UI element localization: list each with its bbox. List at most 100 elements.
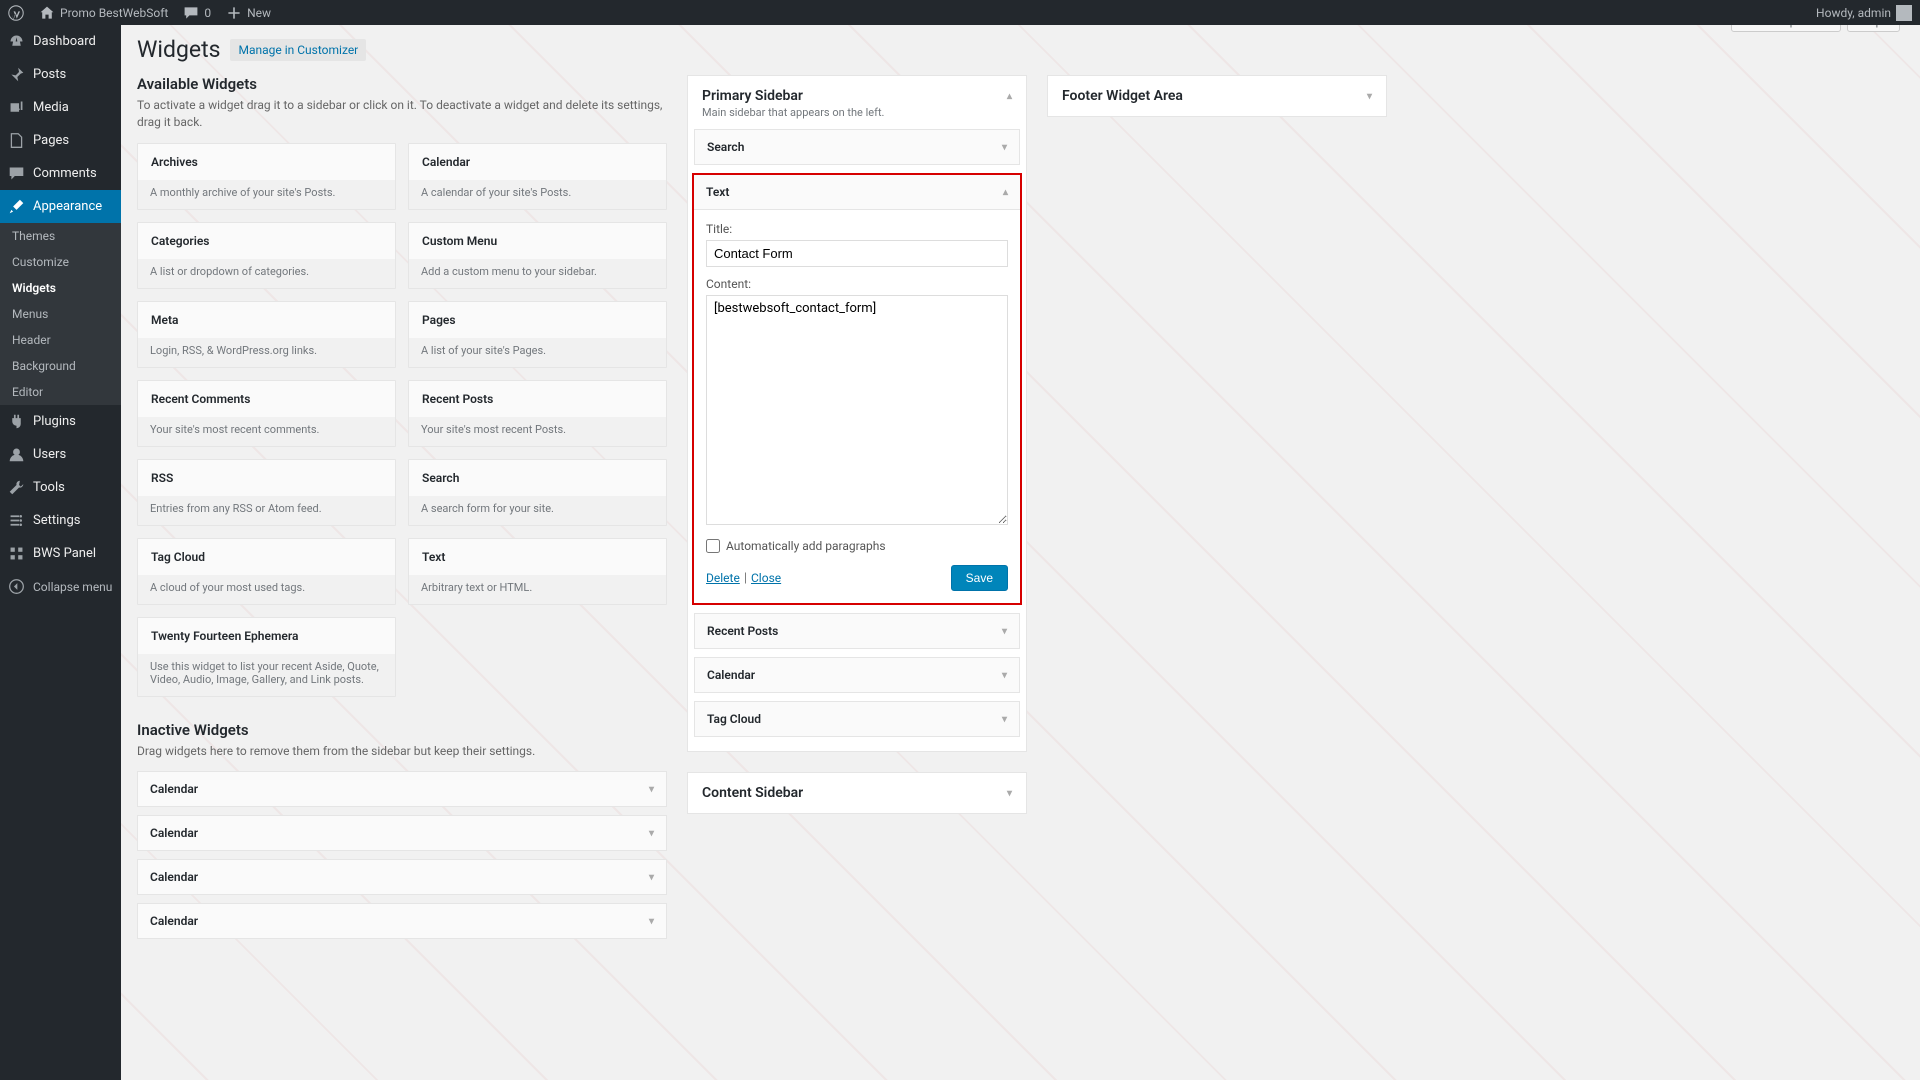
widget-name: Search <box>707 140 744 154</box>
sidebar-widget-text: Text▴ Title: Content: [bestwebsoft_contact_… <box>692 173 1022 605</box>
widget-name: Tag Cloud <box>707 712 761 726</box>
comments-link[interactable]: 0 <box>183 5 211 21</box>
chevron-down-icon: ▾ <box>649 872 654 883</box>
save-button[interactable]: Save <box>951 565 1008 591</box>
available-widget-recent-posts[interactable]: Recent PostsYour site's most recent Post… <box>408 380 667 447</box>
inactive-desc: Drag widgets here to remove them from th… <box>137 743 667 760</box>
sidebar-item-label: Dashboard <box>33 34 96 49</box>
inactive-widget-name: Calendar <box>150 782 198 796</box>
inactive-heading: Inactive Widgets <box>137 721 667 739</box>
widget-name: Calendar <box>707 668 755 682</box>
primary-sidebar-desc: Main sidebar that appears on the left. <box>688 106 1026 129</box>
new-label: New <box>247 6 271 20</box>
available-widget-categories[interactable]: CategoriesA list or dropdown of categori… <box>137 222 396 289</box>
sidebar-item-pages[interactable]: Pages <box>0 124 121 157</box>
inactive-widget[interactable]: Calendar▾ <box>137 815 667 851</box>
widget-name: Recent Posts <box>707 624 778 638</box>
sidebar-item-posts[interactable]: Posts <box>0 58 121 91</box>
sidebar-item-plugins[interactable]: Plugins <box>0 405 121 438</box>
sidebar-item-dashboard[interactable]: Dashboard <box>0 25 121 58</box>
manage-customizer-button[interactable]: Manage in Customizer <box>230 39 366 61</box>
widget-desc: A list or dropdown of categories. <box>138 259 395 288</box>
widget-title: Meta <box>138 302 395 338</box>
available-widget-tag-cloud[interactable]: Tag CloudA cloud of your most used tags. <box>137 538 396 605</box>
widget-desc: Your site's most recent comments. <box>138 417 395 446</box>
sidebar-subitem-widgets[interactable]: Widgets <box>0 275 121 301</box>
footer-widget-toggle[interactable]: Footer Widget Area ▾ <box>1048 76 1386 116</box>
available-widget-calendar[interactable]: CalendarA calendar of your site's Posts. <box>408 143 667 210</box>
title-label: Title: <box>706 222 1008 236</box>
wp-logo[interactable] <box>8 5 24 21</box>
widget-desc: Use this widget to list your recent Asid… <box>138 654 395 696</box>
sidebar-subitem-background[interactable]: Background <box>0 353 121 379</box>
available-widget-meta[interactable]: MetaLogin, RSS, & WordPress.org links. <box>137 301 396 368</box>
available-widget-rss[interactable]: RSSEntries from any RSS or Atom feed. <box>137 459 396 526</box>
primary-sidebar-toggle[interactable]: Primary Sidebar ▴ <box>688 76 1026 106</box>
content-sidebar-title: Content Sidebar <box>702 785 803 801</box>
comment-icon <box>183 5 199 21</box>
available-desc: To activate a widget drag it to a sideba… <box>137 97 667 131</box>
sidebar-subitem-customize[interactable]: Customize <box>0 249 121 275</box>
available-widget-twenty-fourteen-ephemera[interactable]: Twenty Fourteen EphemeraUse this widget … <box>137 617 396 697</box>
chevron-down-icon: ▾ <box>1367 91 1372 102</box>
widget-toggle[interactable]: Tag Cloud▾ <box>695 702 1019 736</box>
content-label: Content: <box>706 277 1008 291</box>
howdy-link[interactable]: Howdy, admin <box>1816 5 1912 21</box>
sidebar-widget-tag-cloud: Tag Cloud▾ <box>694 701 1020 737</box>
widget-content-textarea[interactable]: [bestwebsoft_contact_form] <box>706 295 1008 525</box>
widget-toggle[interactable]: Search▾ <box>695 130 1019 164</box>
widget-toggle[interactable]: Calendar ▾ <box>695 658 1019 692</box>
sidebar-item-settings[interactable]: Settings <box>0 504 121 537</box>
sidebar-item-bws-panel[interactable]: BWS Panel <box>0 537 121 570</box>
inactive-widget-name: Calendar <box>150 914 198 928</box>
sidebar-item-appearance[interactable]: Appearance <box>0 190 121 223</box>
inactive-widget-name: Calendar <box>150 870 198 884</box>
widget-toggle[interactable]: Recent Posts▾ <box>695 614 1019 648</box>
available-widget-archives[interactable]: ArchivesA monthly archive of your site's… <box>137 143 396 210</box>
widget-title-input[interactable] <box>706 240 1008 267</box>
available-widget-recent-comments[interactable]: Recent CommentsYour site's most recent c… <box>137 380 396 447</box>
chevron-icon: ▾ <box>1002 670 1007 681</box>
chevron-up-icon: ▴ <box>1007 91 1012 102</box>
delete-link[interactable]: Delete <box>706 571 740 585</box>
available-widget-text[interactable]: TextArbitrary text or HTML. <box>408 538 667 605</box>
available-widget-custom-menu[interactable]: Custom MenuAdd a custom menu to your sid… <box>408 222 667 289</box>
sidebar-item-label: Appearance <box>33 199 102 214</box>
available-widget-pages[interactable]: PagesA list of your site's Pages. <box>408 301 667 368</box>
site-link[interactable]: Promo BestWebSoft <box>39 5 168 21</box>
content-sidebar-toggle[interactable]: Content Sidebar ▾ <box>688 773 1026 813</box>
sidebar-item-tools[interactable]: Tools <box>0 471 121 504</box>
sidebar-subitem-themes[interactable]: Themes <box>0 223 121 249</box>
sidebar-item-media[interactable]: Media <box>0 91 121 124</box>
widget-form: Title: Content: [bestwebsoft_contact_form]… <box>694 209 1020 603</box>
inactive-widget[interactable]: Calendar▾ <box>137 903 667 939</box>
widget-title: Twenty Fourteen Ephemera <box>138 618 395 654</box>
inactive-widget-name: Calendar <box>150 826 198 840</box>
chevron-down-icon: ▾ <box>1007 788 1012 799</box>
sidebar-subitem-editor[interactable]: Editor <box>0 379 121 405</box>
close-link[interactable]: Close <box>751 571 781 585</box>
sidebar-item-label: Settings <box>33 513 80 528</box>
sidebar-widget-recent-posts: Recent Posts▾ <box>694 613 1020 649</box>
new-link[interactable]: New <box>226 5 271 21</box>
widget-title: Archives <box>138 144 395 180</box>
widget-desc: A monthly archive of your site's Posts. <box>138 180 395 209</box>
available-heading: Available Widgets <box>137 75 667 93</box>
sidebar-subitem-header[interactable]: Header <box>0 327 121 353</box>
widget-title: Categories <box>138 223 395 259</box>
avatar <box>1896 5 1912 21</box>
footer-widget-title: Footer Widget Area <box>1062 88 1183 104</box>
widget-toggle[interactable]: Text▴ <box>694 175 1020 209</box>
sidebar-item-comments[interactable]: Comments <box>0 157 121 190</box>
footer-widget-area: Footer Widget Area ▾ <box>1047 75 1387 117</box>
collapse-menu[interactable]: Collapse menu <box>0 570 121 603</box>
inactive-widget[interactable]: Calendar▾ <box>137 771 667 807</box>
inactive-widget[interactable]: Calendar ▾ <box>137 859 667 895</box>
collapse-icon <box>8 578 25 595</box>
admin-sidebar: Dashboard PostsMediaPagesComments Appearan… <box>0 25 121 1080</box>
sidebar-item-users[interactable]: Users <box>0 438 121 471</box>
widget-title: Calendar <box>409 144 666 180</box>
autopara-checkbox[interactable] <box>706 539 720 553</box>
available-widget-search[interactable]: SearchA search form for your site. <box>408 459 667 526</box>
sidebar-subitem-menus[interactable]: Menus <box>0 301 121 327</box>
